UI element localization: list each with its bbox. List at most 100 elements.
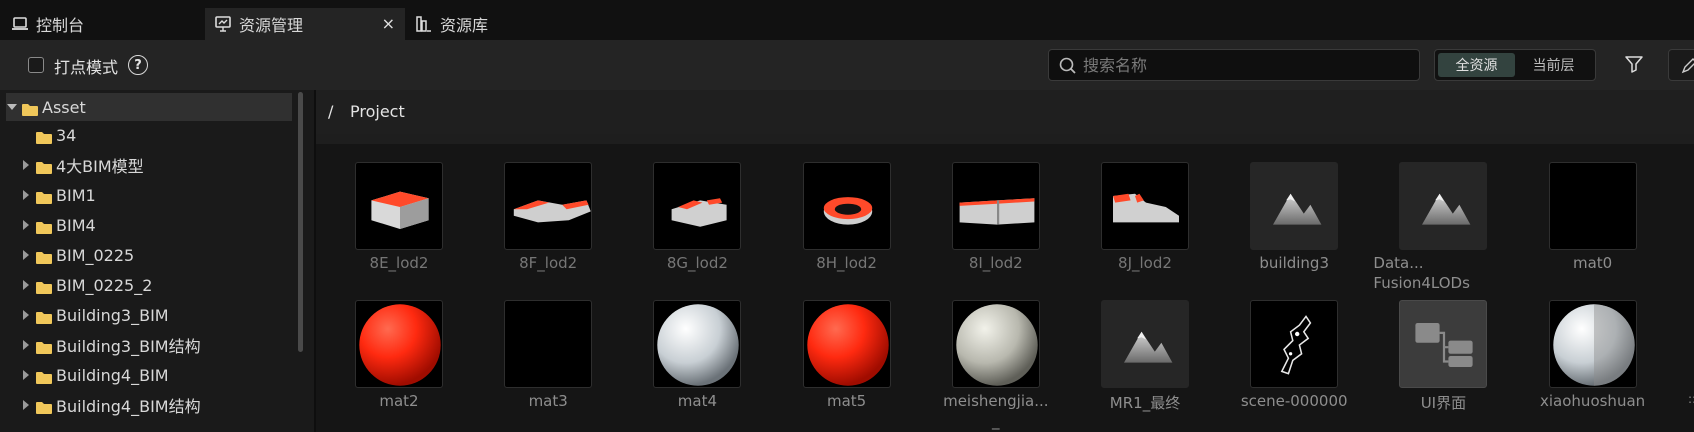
grid-header-strip	[316, 134, 1694, 144]
asset-name: scene-000000	[1240, 392, 1348, 410]
model-8e-thumbnail[interactable]	[355, 162, 443, 250]
tree-label: Building3_BIM结构	[56, 337, 201, 356]
model-8j-thumbnail[interactable]	[1101, 162, 1189, 250]
filter-icon[interactable]	[1624, 54, 1644, 78]
folder-icon	[36, 399, 52, 414]
search-input[interactable]	[1081, 54, 1401, 76]
tree-label: Building3_BIM	[56, 305, 169, 325]
grid-scroll-hint: ::	[1688, 392, 1694, 406]
pen-icon	[1681, 58, 1694, 74]
breadcrumb-project[interactable]: Project	[350, 102, 405, 121]
tree-scrollbar[interactable]	[298, 92, 303, 352]
split-sphere-thumbnail[interactable]	[1548, 300, 1637, 388]
toolbar: 打点模式 ? 全资源 当前层	[0, 40, 1694, 90]
grey-sphere-thumbnail[interactable]	[951, 300, 1040, 388]
white-sphere-thumbnail[interactable]	[653, 300, 742, 388]
dot-mode-checkbox[interactable]	[28, 57, 44, 73]
folder-icon	[36, 339, 52, 354]
caret-down-icon[interactable]	[6, 101, 18, 113]
mountain-icon[interactable]	[1250, 162, 1339, 250]
tree-label: 34	[56, 125, 77, 145]
tree-item[interactable]: Building4_BIM	[6, 361, 292, 389]
tab-console[interactable]: 控制台	[10, 8, 200, 40]
caret-right-icon	[20, 129, 32, 141]
asset-name: building3	[1259, 254, 1329, 272]
model-8h-thumbnail[interactable]	[802, 162, 891, 250]
red-sphere-thumbnail[interactable]	[802, 300, 891, 388]
tree-item[interactable]: Building3_BIM结构	[6, 331, 292, 359]
tree-item[interactable]: BIM4	[6, 211, 292, 239]
tab-label: 资源库	[440, 16, 489, 35]
asset-name: UI界面	[1420, 394, 1467, 412]
tree-item[interactable]: 34	[6, 121, 292, 149]
tree-item[interactable]: BIM_0225_2	[6, 271, 292, 299]
folder-icon	[36, 249, 52, 264]
caret-right-icon[interactable]	[20, 279, 32, 291]
tab-library[interactable]: 资源库	[414, 8, 534, 40]
caret-right-icon[interactable]	[20, 249, 32, 261]
model-8f-thumbnail[interactable]	[504, 162, 593, 250]
tab-label: 资源管理	[239, 16, 304, 35]
presentation-icon	[213, 14, 233, 34]
tree-label: Building4_BIM	[56, 365, 169, 385]
tree-label: BIM4	[56, 215, 96, 235]
search-box[interactable]	[1048, 49, 1420, 81]
tree-root-asset[interactable]: Asset	[6, 93, 292, 121]
tree-item[interactable]: BIM1	[6, 181, 292, 209]
close-tab-button[interactable]: ×	[382, 14, 395, 33]
asset-name: 8H_lod2	[816, 254, 877, 272]
scope-current-button[interactable]: 当前层	[1515, 53, 1592, 77]
folder-icon	[36, 309, 52, 324]
asset-name-line2: Fusion4LODs	[1373, 274, 1470, 292]
tree-label: Building4_BIM结构	[56, 397, 201, 416]
mountain-icon[interactable]	[1101, 300, 1189, 388]
asset-name: MR1_最终	[1109, 394, 1181, 412]
tree-label: BIM_0225_2	[56, 275, 153, 295]
asset-thumbnail[interactable]	[1548, 162, 1637, 250]
blueprint-icon[interactable]	[1399, 300, 1488, 388]
asset-name: mat3	[528, 392, 568, 410]
caret-right-icon[interactable]	[20, 189, 32, 201]
laptop-icon	[10, 14, 30, 34]
model-8i-thumbnail[interactable]	[951, 162, 1040, 250]
library-icon	[414, 14, 434, 34]
asset-name: mat0	[1572, 254, 1613, 272]
folder-icon	[36, 369, 52, 384]
asset-thumbnail[interactable]	[504, 300, 593, 388]
help-icon[interactable]: ?	[128, 55, 148, 75]
asset-name: 8I_lod2	[968, 254, 1023, 272]
breadcrumb-separator: /	[328, 102, 334, 121]
caret-right-icon[interactable]	[20, 219, 32, 231]
folder-icon	[36, 159, 52, 174]
folder-icon	[36, 189, 52, 204]
asset-name: 8F_lod2	[519, 254, 578, 272]
tree-item[interactable]: 4大BIM模型	[6, 151, 292, 179]
scene-thumbnail[interactable]	[1250, 300, 1339, 388]
tree-item[interactable]: BIM_0225	[6, 241, 292, 269]
scope-toggle: 全资源 当前层	[1434, 49, 1596, 81]
tree-item[interactable]: Building3_BIM	[6, 301, 292, 329]
tab-label: 控制台	[36, 16, 85, 35]
tree-item[interactable]: Building4_BIM结构	[6, 391, 292, 419]
scope-all-button[interactable]: 全资源	[1438, 53, 1515, 77]
tree-label: BIM1	[56, 185, 96, 205]
breadcrumb: / Project	[316, 90, 1694, 134]
caret-right-icon[interactable]	[20, 159, 32, 171]
mountain-icon[interactable]	[1399, 162, 1488, 250]
folder-icon	[22, 101, 38, 116]
asset-name: 8J_lod2	[1118, 254, 1172, 272]
asset-name-line2: _	[992, 412, 1000, 430]
caret-right-icon[interactable]	[20, 339, 32, 351]
tab-asset-manager[interactable]: 资源管理 ×	[205, 8, 405, 40]
caret-right-icon[interactable]	[20, 399, 32, 411]
asset-name: Data...	[1373, 254, 1424, 272]
caret-right-icon[interactable]	[20, 369, 32, 381]
tree-label: BIM_0225	[56, 245, 135, 265]
caret-right-icon[interactable]	[20, 309, 32, 321]
red-sphere-thumbnail[interactable]	[355, 300, 443, 388]
dot-mode-label: 打点模式	[54, 58, 119, 77]
model-8g-thumbnail[interactable]	[653, 162, 742, 250]
folder-icon	[36, 129, 52, 144]
edit-button[interactable]	[1668, 49, 1694, 81]
folder-icon	[36, 279, 52, 294]
